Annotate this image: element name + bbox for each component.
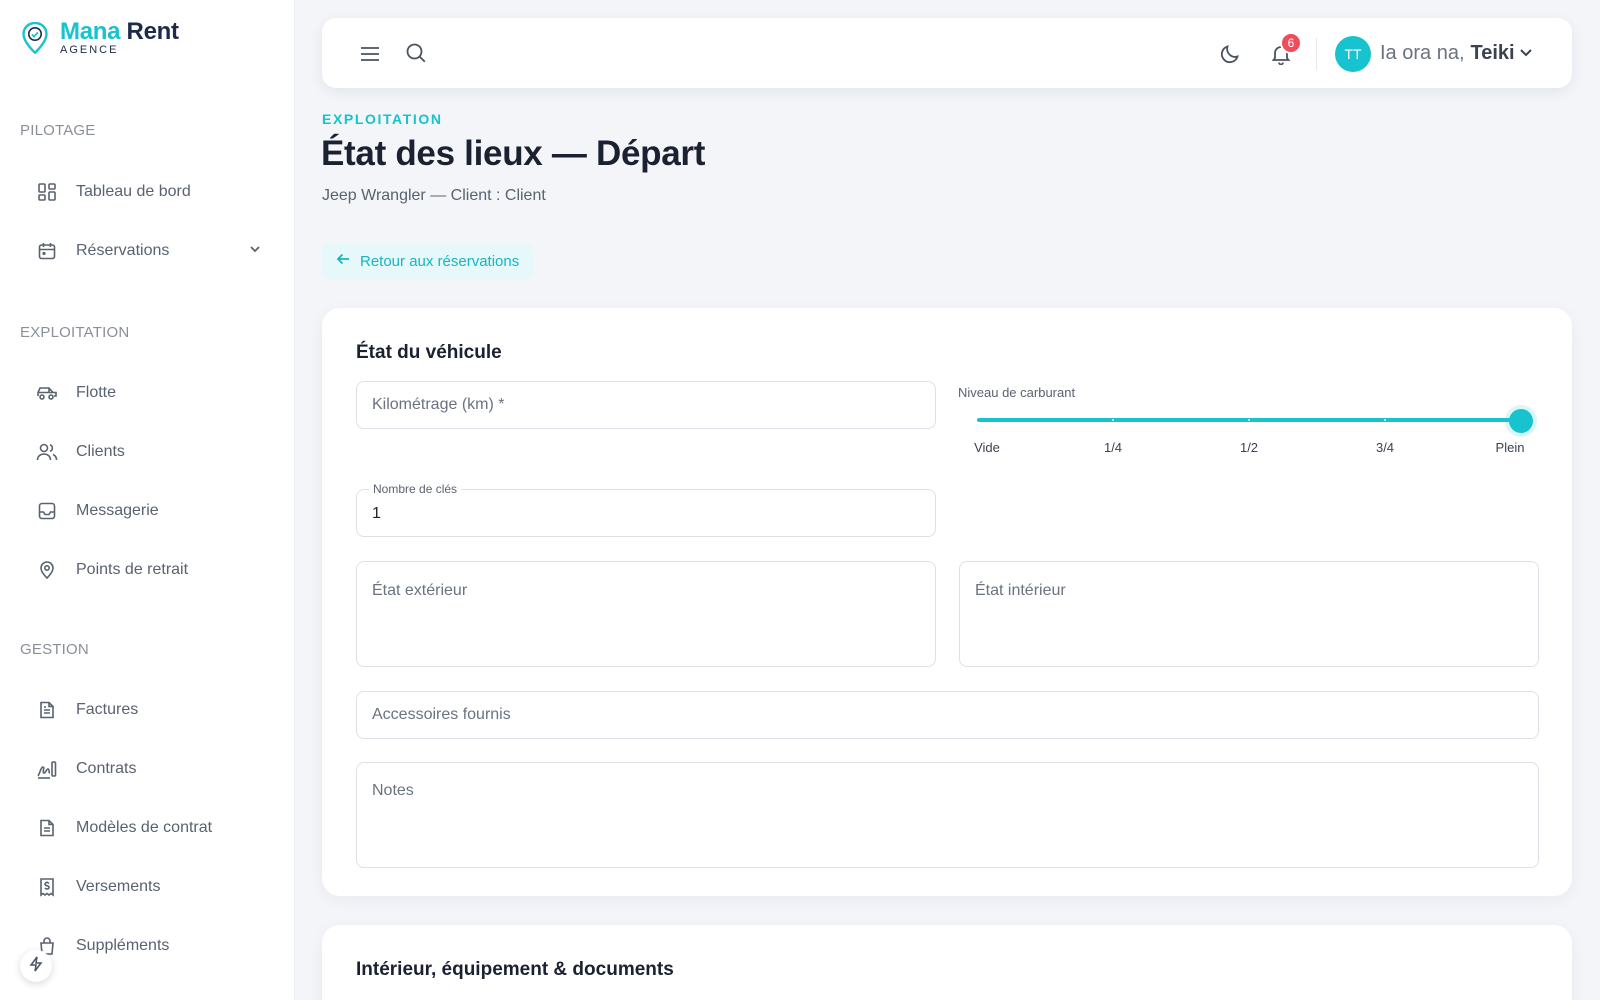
sidebar-item-label: Contrats bbox=[76, 760, 137, 777]
mileage-placeholder: Kilométrage (km) * bbox=[372, 396, 505, 413]
user-name: Teiki bbox=[1470, 42, 1515, 64]
section-exploitation: EXPLOITATION bbox=[20, 324, 130, 341]
document-icon bbox=[36, 817, 58, 839]
sidebar-item-contrats[interactable]: Contrats bbox=[36, 749, 266, 789]
user-greeting[interactable]: Ia ora na, Teiki bbox=[1380, 42, 1515, 65]
menu-icon[interactable] bbox=[358, 42, 382, 66]
notification-badge: 6 bbox=[1280, 32, 1302, 54]
fuel-tick bbox=[1112, 419, 1114, 421]
fuel-mark-full: Plein bbox=[1495, 440, 1525, 455]
accessories-field[interactable]: Accessoires fournis bbox=[356, 691, 1539, 739]
car-icon bbox=[36, 382, 58, 404]
sidebar-item-messagerie[interactable]: Messagerie bbox=[36, 491, 266, 531]
quick-action-button[interactable] bbox=[20, 950, 52, 982]
users-icon bbox=[36, 441, 58, 463]
sidebar-item-label: Tableau de bord bbox=[76, 183, 191, 200]
chevron-down-icon[interactable] bbox=[1518, 44, 1534, 65]
sidebar-item-label: Points de retrait bbox=[76, 561, 189, 578]
sidebar-item-label: Clients bbox=[76, 443, 125, 460]
exterior-state-textarea[interactable]: État extérieur bbox=[356, 561, 936, 667]
fuel-mark-three-quarters: 3/4 bbox=[1375, 440, 1395, 455]
fuel-slider-thumb[interactable] bbox=[1509, 409, 1533, 433]
sidebar-item-label: Modèles de contrat bbox=[76, 819, 213, 836]
sidebar-item-label: Messagerie bbox=[76, 502, 159, 519]
sidebar-item-modeles-de-contrat[interactable]: Modèles de contrat bbox=[36, 808, 266, 848]
page-eyebrow: EXPLOITATION bbox=[322, 111, 443, 127]
sidebar-item-tableau-de-bord[interactable]: Tableau de bord bbox=[36, 172, 266, 212]
accessories-placeholder: Accessoires fournis bbox=[372, 706, 511, 723]
sidebar-item-clients[interactable]: Clients bbox=[36, 432, 266, 472]
sidebar-item-label: Flotte bbox=[76, 384, 117, 401]
fuel-mark-quarter: 1/4 bbox=[1103, 440, 1123, 455]
interior-state-textarea[interactable]: État intérieur bbox=[959, 561, 1539, 667]
receipt-icon bbox=[36, 876, 58, 898]
header-divider bbox=[1316, 38, 1317, 70]
greeting-text: Ia ora na, bbox=[1380, 42, 1465, 64]
sidebar-item-label: Réservations bbox=[76, 242, 170, 259]
interior-state-placeholder: État intérieur bbox=[975, 582, 1066, 599]
brand-name-part1: Mana bbox=[60, 18, 121, 45]
fuel-tick bbox=[1384, 419, 1386, 421]
chevron-down-icon bbox=[248, 242, 262, 261]
sidebar-item-versements[interactable]: Versements bbox=[36, 867, 266, 907]
dark-mode-moon-icon[interactable] bbox=[1218, 42, 1242, 66]
calendar-icon bbox=[36, 240, 58, 262]
sidebar-item-label: Factures bbox=[76, 701, 139, 718]
sidebar-item-points-de-retrait[interactable]: Points de retrait bbox=[36, 550, 266, 590]
page-subtitle: Jeep Wrangler — Client : Client bbox=[322, 187, 546, 204]
brand-name-part2: Rent bbox=[126, 18, 179, 45]
sidebar-item-supplements[interactable]: Suppléments bbox=[36, 926, 266, 966]
map-pin-icon bbox=[36, 559, 58, 581]
mileage-field[interactable]: Kilométrage (km) * bbox=[356, 381, 936, 429]
keys-count-label: Nombre de clés bbox=[369, 482, 462, 496]
lightning-icon bbox=[28, 956, 44, 977]
fuel-level-label: Niveau de carburant bbox=[958, 385, 1076, 400]
section-pilotage: PILOTAGE bbox=[20, 122, 96, 139]
notes-placeholder: Notes bbox=[372, 782, 414, 799]
brand-subtitle: AGENCE bbox=[60, 44, 119, 56]
card-title: État du véhicule bbox=[356, 342, 502, 363]
keys-count-value: 1 bbox=[372, 505, 381, 522]
sidebar-item-factures[interactable]: Factures bbox=[36, 690, 266, 730]
section-gestion: GESTION bbox=[20, 641, 89, 658]
avatar[interactable]: TT bbox=[1335, 36, 1371, 72]
interior-equipment-card: Intérieur, équipement & documents bbox=[322, 925, 1572, 1000]
search-icon[interactable] bbox=[404, 41, 428, 65]
page-title: État des lieux — Départ bbox=[321, 134, 706, 173]
signature-icon bbox=[36, 758, 58, 780]
sidebar-item-flotte[interactable]: Flotte bbox=[36, 373, 266, 413]
invoice-icon bbox=[36, 699, 58, 721]
fuel-mark-half: 1/2 bbox=[1239, 440, 1259, 455]
exterior-state-placeholder: État extérieur bbox=[372, 582, 468, 599]
notes-textarea[interactable]: Notes bbox=[356, 762, 1539, 868]
card-title: Intérieur, équipement & documents bbox=[356, 959, 674, 980]
arrow-left-icon bbox=[336, 252, 350, 270]
sidebar-item-reservations[interactable]: Réservations bbox=[36, 231, 266, 271]
inbox-icon bbox=[36, 500, 58, 522]
sidebar-item-label: Versements bbox=[76, 878, 161, 895]
dashboard-icon bbox=[36, 181, 58, 203]
fuel-tick bbox=[1248, 419, 1250, 421]
sidebar: Mana Rent AGENCE PILOTAGE Tableau de bor… bbox=[0, 0, 295, 1000]
keys-count-field[interactable]: Nombre de clés 1 bbox=[356, 482, 936, 537]
back-to-reservations-button[interactable]: Retour aux réservations bbox=[322, 243, 534, 279]
sidebar-item-label: Suppléments bbox=[76, 937, 170, 954]
fuel-mark-empty: Vide bbox=[974, 440, 1000, 455]
back-button-label: Retour aux réservations bbox=[360, 252, 520, 270]
map-pin-logo-icon bbox=[22, 22, 48, 54]
brand-logo[interactable]: Mana Rent AGENCE bbox=[22, 20, 179, 56]
